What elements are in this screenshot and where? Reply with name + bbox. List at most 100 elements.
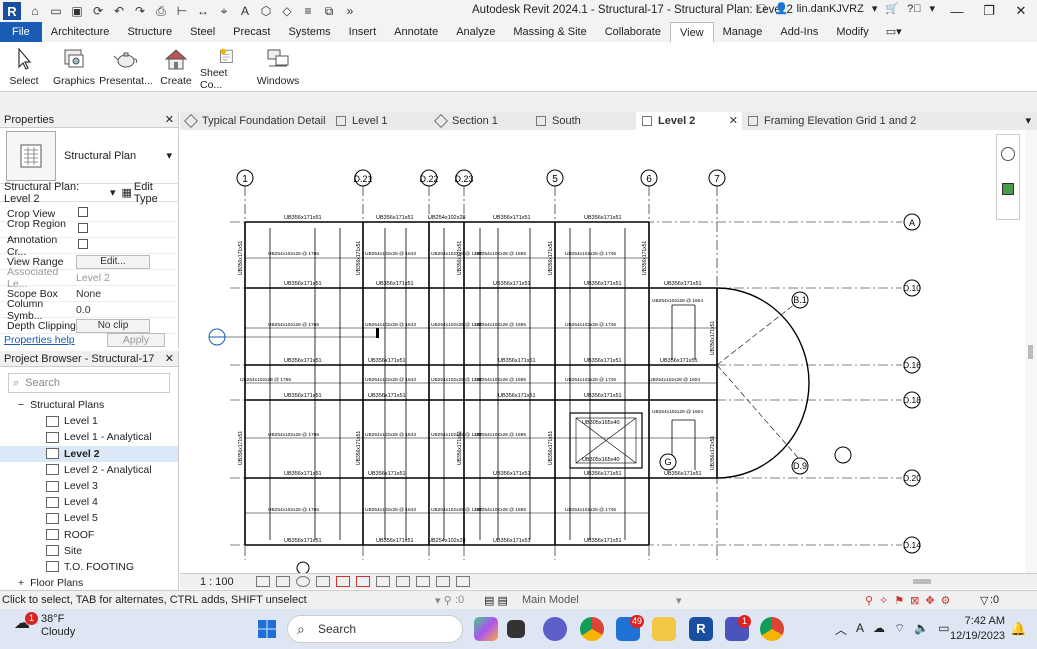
restore-button[interactable]: ❐	[973, 0, 1005, 22]
task-view-icon[interactable]	[507, 620, 525, 638]
elevation-marker-icon[interactable]	[296, 561, 310, 573]
tab-systems[interactable]: Systems	[279, 22, 339, 42]
weather-widget[interactable]: ☁ 1 38°F Cloudy	[14, 612, 75, 639]
vertical-scrollbar[interactable]	[1025, 130, 1037, 573]
measure-icon[interactable]: ⊢	[174, 3, 190, 19]
tree-item[interactable]: Level 1 - Analytical	[0, 429, 178, 445]
view-tab-south[interactable]: South	[530, 112, 636, 130]
close-tab-icon[interactable]: ✕	[729, 112, 738, 130]
tab-file[interactable]: File	[0, 22, 42, 42]
view-tab-level-1[interactable]: Level 1	[330, 112, 430, 130]
show-crop-icon[interactable]	[356, 576, 370, 587]
view-marker-icon[interactable]	[834, 446, 852, 464]
user-icon[interactable]: 👤	[775, 2, 789, 15]
tab-manage[interactable]: Manage	[714, 22, 772, 42]
teams-icon[interactable]	[543, 617, 567, 641]
scrollbar-thumb[interactable]	[1028, 345, 1033, 359]
design-option-model[interactable]: Main Model	[522, 594, 579, 606]
tree-item-selected[interactable]: Level 2	[0, 445, 178, 462]
sync-icon[interactable]: ⟳	[90, 3, 106, 19]
notification-bell-icon[interactable]: 🔔	[1010, 621, 1026, 637]
tree-group-floor-plans[interactable]: + Floor Plans	[0, 575, 178, 591]
detail-level-icon[interactable]	[256, 576, 270, 587]
select-button[interactable]: Select	[0, 42, 48, 91]
undo-icon[interactable]: ↶	[111, 3, 127, 19]
tab-massing-site[interactable]: Massing & Site	[504, 22, 595, 42]
view-scale[interactable]: 1 : 100	[200, 576, 250, 588]
aligned-dimension-icon[interactable]: ↔	[195, 3, 211, 19]
ribbon-options-icon[interactable]: ▭▾	[886, 22, 902, 42]
tab-annotate[interactable]: Annotate	[385, 22, 447, 42]
view-tab-section-1[interactable]: Section 1	[430, 112, 530, 130]
tree-item[interactable]: Level 5	[0, 510, 178, 526]
design-option-chevron-icon[interactable]: ▾	[676, 594, 682, 607]
sheet-composition-button[interactable]: Sheet Co...	[200, 42, 252, 91]
tree-item[interactable]: Level 2 - Analytical	[0, 462, 178, 478]
tree-item[interactable]: Level 4	[0, 494, 178, 510]
prop-value[interactable]: 0.0	[76, 304, 178, 316]
text-icon[interactable]: A	[237, 3, 253, 19]
revit-logo-icon[interactable]: R	[3, 2, 21, 20]
tree-item[interactable]: Level 3	[0, 478, 178, 494]
view-tab-foundation-detail[interactable]: Typical Foundation Detail	[180, 112, 330, 130]
print-icon[interactable]: ⎙	[153, 3, 169, 19]
zoom-icon[interactable]	[1002, 183, 1014, 195]
chrome-icon[interactable]	[580, 617, 604, 641]
language-icon[interactable]: A	[856, 621, 864, 638]
home-icon[interactable]: ⌂	[27, 3, 43, 19]
tab-insert[interactable]: Insert	[340, 22, 386, 42]
tab-view[interactable]: View	[669, 22, 714, 42]
filter-icon[interactable]: ▽	[980, 594, 988, 607]
sun-path-icon[interactable]	[296, 576, 310, 587]
presentation-button[interactable]: Presentat...	[99, 42, 153, 91]
design-options-icon[interactable]: ▤ ▤	[484, 594, 508, 607]
switch-windows-icon[interactable]: »	[342, 3, 358, 19]
help-chevron-icon[interactable]: ▾	[929, 2, 935, 15]
thin-lines-icon[interactable]: ≡	[300, 3, 316, 19]
tree-item[interactable]: Level 1	[0, 413, 178, 429]
instance-selector-label[interactable]: Structural Plan: Level 2	[4, 181, 104, 205]
expand-icon[interactable]: +	[18, 577, 24, 589]
properties-close-icon[interactable]: ✕	[165, 113, 174, 126]
tab-architecture[interactable]: Architecture	[42, 22, 119, 42]
tree-item[interactable]: T.O. FOOTING	[0, 559, 178, 575]
create-button[interactable]: Create	[152, 42, 200, 91]
workset-icon[interactable]: ▾ ⚲	[435, 594, 452, 607]
tab-precast[interactable]: Precast	[224, 22, 279, 42]
horizontal-scrollbar[interactable]	[658, 577, 1037, 587]
analytical-model-icon[interactable]	[416, 576, 430, 587]
revit-taskbar-icon[interactable]: R	[689, 617, 713, 641]
browser-close-icon[interactable]: ✕	[165, 352, 174, 365]
chevron-down-icon[interactable]: ▾	[872, 2, 878, 15]
tab-analyze[interactable]: Analyze	[447, 22, 504, 42]
apply-button[interactable]: Apply	[107, 333, 165, 347]
collapse-icon[interactable]: −	[18, 399, 24, 411]
selection-options-icons[interactable]: ⚲✧⚑⊠✥⚙	[865, 594, 956, 607]
tab-collaborate[interactable]: Collaborate	[596, 22, 670, 42]
tab-structure[interactable]: Structure	[118, 22, 181, 42]
tree-item[interactable]: ROOF	[0, 527, 178, 543]
tab-modify[interactable]: Modify	[827, 22, 877, 42]
crop-view-icon[interactable]	[336, 576, 350, 587]
section-icon[interactable]: ◇	[279, 3, 295, 19]
open-icon[interactable]: ▭	[48, 3, 64, 19]
tree-item[interactable]: Site	[0, 543, 178, 559]
annotation-crop-checkbox[interactable]	[78, 239, 88, 249]
prop-value[interactable]: None	[76, 288, 178, 300]
graphics-button[interactable]: Graphics	[48, 42, 100, 91]
minimize-button[interactable]: —	[941, 0, 973, 22]
section-marker-icon[interactable]	[208, 328, 379, 346]
redo-icon[interactable]: ↷	[132, 3, 148, 19]
cart-icon[interactable]: 🛒	[885, 2, 899, 15]
binoculars-icon[interactable]: ⚇	[757, 2, 767, 15]
steering-wheel-icon[interactable]	[1001, 147, 1015, 161]
user-name[interactable]: lin.danKJVRZ	[797, 3, 864, 15]
type-chevron-icon[interactable]: ▾	[166, 149, 172, 162]
scrollbar-thumb[interactable]	[913, 579, 931, 584]
structural-plan-drawing[interactable]: 1 D.21 D.22 D.23 5 6 7 A D.10 D.16 D.18 …	[180, 130, 1025, 573]
copilot-icon[interactable]	[474, 617, 498, 641]
temporary-hide-icon[interactable]	[376, 576, 390, 587]
save-icon[interactable]: ▣	[69, 3, 85, 19]
view-tab-dropdown-icon[interactable]: ▾	[1019, 112, 1037, 130]
shadows-icon[interactable]	[316, 576, 330, 587]
